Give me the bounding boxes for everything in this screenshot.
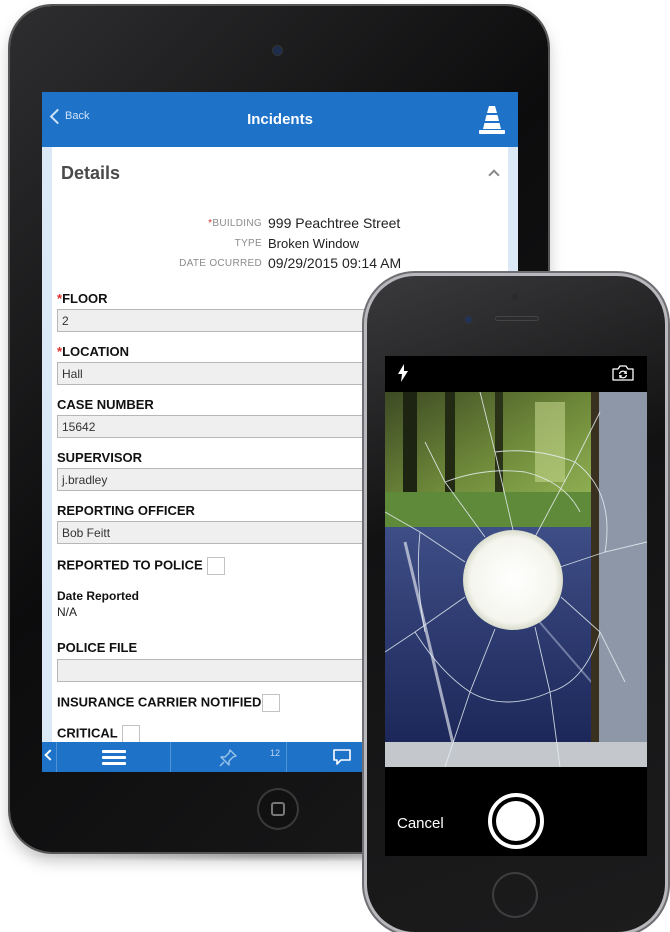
cancel-button[interactable]: Cancel <box>397 815 444 832</box>
phone-sensor <box>512 294 518 300</box>
toolbar-divider <box>56 742 57 772</box>
type-label: TYPE <box>234 238 262 249</box>
critical-row: CRITICAL <box>57 725 140 742</box>
location-label-text: LOCATION <box>62 344 129 359</box>
home-square-icon <box>271 802 285 816</box>
menu-icon[interactable] <box>102 750 126 766</box>
shutter-inner <box>496 801 536 841</box>
police-file-label: POLICE FILE <box>57 640 138 655</box>
section-title: Details <box>61 163 121 183</box>
comment-icon[interactable] <box>332 748 352 766</box>
page-title: Incidents <box>247 111 313 128</box>
reported-to-police-row: REPORTED TO POLICE <box>57 557 225 575</box>
phone-speaker <box>495 316 539 321</box>
pin-count-badge: 12 <box>270 748 281 758</box>
date-reported-label: Date Reported <box>57 589 140 603</box>
floor-label: *FLOOR <box>57 291 108 306</box>
insurance-carrier-notified-label: INSURANCE CARRIER NOTIFIED <box>57 694 262 710</box>
collapse-caret-icon[interactable] <box>488 169 500 181</box>
building-value: 999 Peachtree Street <box>268 215 401 231</box>
tablet-camera-icon <box>273 46 282 55</box>
pin-icon[interactable] <box>218 748 238 768</box>
supervisor-label: SUPERVISOR <box>57 450 143 465</box>
date-occurred-value: 09/29/2015 09:14 AM <box>268 255 402 271</box>
flip-camera-icon[interactable] <box>611 364 635 382</box>
critical-checkbox[interactable] <box>121 725 140 742</box>
case-number-label: CASE NUMBER <box>57 397 154 412</box>
phone-front-camera-icon <box>465 316 472 323</box>
flash-icon[interactable] <box>397 364 409 382</box>
toolbar-divider <box>170 742 171 772</box>
insurance-carrier-notified-row: INSURANCE CARRIER NOTIFIED <box>57 694 281 712</box>
camera-screen: Cancel <box>385 356 647 856</box>
chevron-left-icon[interactable] <box>44 749 56 761</box>
reporting-officer-label: REPORTING OFFICER <box>57 503 195 518</box>
insurance-carrier-notified-checkbox[interactable] <box>262 694 281 712</box>
content-frame-left <box>42 147 52 742</box>
date-reported-value: N/A <box>57 605 78 619</box>
reported-to-police-checkbox[interactable] <box>206 557 225 575</box>
phone-device: Cancel <box>367 276 665 932</box>
building-label: *BUILDING <box>52 218 262 229</box>
date-occurred-label: DATE OCURRED <box>179 258 262 269</box>
type-value: Broken Window <box>268 236 360 251</box>
floor-label-text: FLOOR <box>62 291 108 306</box>
building-label-text: BUILDING <box>212 218 262 229</box>
location-label: *LOCATION <box>57 344 129 359</box>
navigation-bar: Back Incidents <box>42 92 518 147</box>
reported-to-police-label: REPORTED TO POLICE <box>57 557 203 573</box>
traffic-cone-icon[interactable] <box>476 104 508 136</box>
tablet-home-button[interactable] <box>257 788 299 830</box>
shutter-button[interactable] <box>488 793 544 849</box>
toolbar-divider <box>286 742 287 772</box>
critical-label: CRITICAL <box>57 725 118 741</box>
phone-home-button[interactable] <box>492 872 538 918</box>
camera-viewfinder[interactable] <box>385 392 647 767</box>
